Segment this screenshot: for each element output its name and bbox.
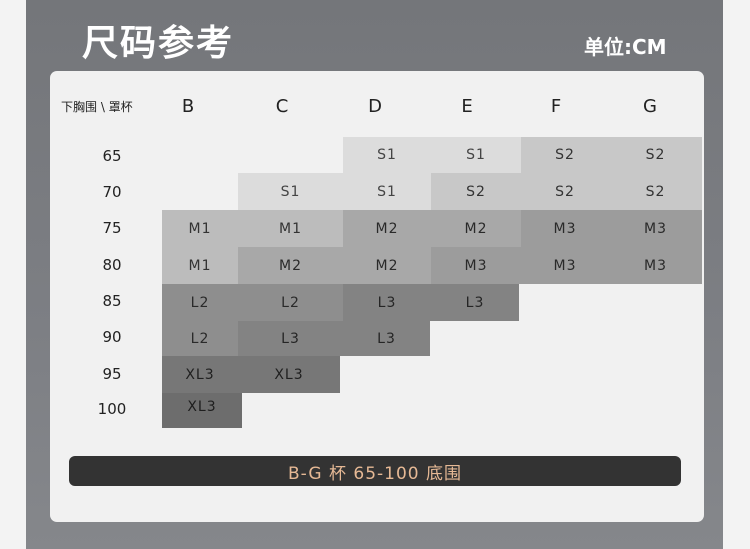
- size-cell: L3: [343, 284, 431, 321]
- size-cell: S2: [609, 173, 702, 210]
- size-cell: M1: [162, 247, 238, 284]
- size-cell: S2: [521, 137, 609, 173]
- size-cell: S1: [343, 137, 431, 173]
- size-cell: L3: [431, 284, 519, 321]
- band-header-80: 80: [102, 256, 122, 274]
- size-cell: L2: [162, 284, 238, 321]
- range-banner: B-G 杯 65-100 底围: [69, 456, 681, 486]
- size-cell: S1: [431, 137, 521, 173]
- size-cell: S1: [343, 173, 431, 210]
- band-header-100: 100: [97, 400, 127, 418]
- band-header-85: 85: [102, 292, 122, 310]
- size-cell: S1: [238, 173, 343, 210]
- size-cell: M3: [609, 247, 702, 284]
- size-cell: S2: [609, 137, 702, 173]
- page-title: 尺码参考: [82, 23, 235, 64]
- cup-header-c: C: [275, 96, 289, 117]
- size-cell: S2: [521, 173, 609, 210]
- size-cell: M3: [609, 210, 702, 247]
- size-cell: M1: [162, 210, 238, 247]
- band-header-90: 90: [102, 328, 122, 346]
- band-header-75: 75: [102, 219, 122, 237]
- size-cell: L3: [343, 321, 430, 356]
- cup-header-d: D: [368, 96, 382, 117]
- corner-header: 下胸围 \ 罩杯: [61, 100, 133, 114]
- band-header-70: 70: [102, 183, 122, 201]
- band-header-95: 95: [102, 365, 122, 383]
- size-cell: L2: [162, 321, 238, 356]
- size-cell: S2: [431, 173, 521, 210]
- size-cell: XL3: [162, 393, 242, 428]
- band-header-65: 65: [102, 147, 122, 165]
- size-cell: M3: [521, 247, 609, 284]
- cup-header-f: F: [550, 96, 562, 117]
- size-cell: M2: [343, 247, 431, 284]
- size-cell: M1: [238, 210, 343, 247]
- size-cell: M3: [521, 210, 609, 247]
- size-cell: M2: [343, 210, 431, 247]
- size-cell: XL3: [238, 356, 340, 393]
- cup-header-g: G: [643, 96, 657, 117]
- size-cell: L3: [238, 321, 343, 356]
- size-cell: L2: [238, 284, 343, 321]
- cup-header-e: E: [461, 96, 473, 117]
- size-cell: M2: [431, 210, 521, 247]
- size-cell: M2: [238, 247, 343, 284]
- size-cell: XL3: [162, 356, 238, 393]
- cup-header-b: B: [181, 96, 195, 117]
- size-cell: M3: [431, 247, 521, 284]
- unit-label: 单位:CM: [584, 35, 667, 59]
